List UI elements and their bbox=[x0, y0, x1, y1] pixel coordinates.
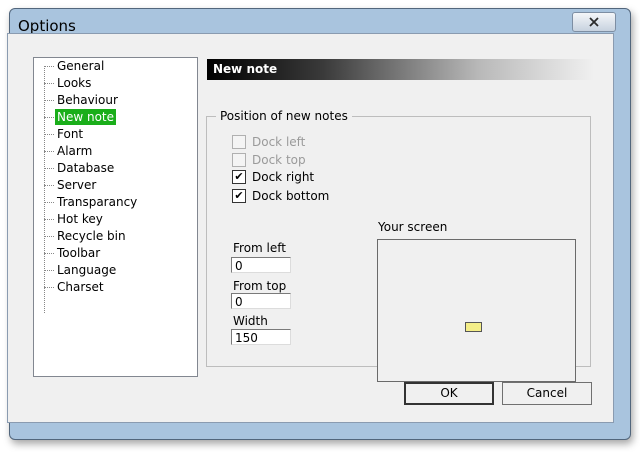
tree-item-label: Server bbox=[57, 178, 97, 192]
width-input[interactable]: 150 bbox=[231, 329, 291, 345]
dock-left-checkbox[interactable]: Dock left bbox=[232, 134, 305, 150]
tree-item-label: New note bbox=[55, 109, 117, 125]
close-icon bbox=[589, 17, 599, 27]
tree-item-label: Alarm bbox=[57, 144, 93, 158]
tree-item-label: Hot key bbox=[57, 212, 103, 226]
tree-item-label: General bbox=[57, 59, 105, 73]
options-tree[interactable]: General Looks Behaviour New note Font Al… bbox=[33, 57, 198, 377]
section-header-title: New note bbox=[213, 62, 278, 76]
tree-item-label: Font bbox=[57, 127, 84, 141]
screen-preview[interactable] bbox=[377, 239, 576, 382]
check-icon: ✔ bbox=[232, 170, 246, 184]
from-left-input[interactable]: 0 bbox=[231, 257, 291, 273]
checkbox-label: Dock left bbox=[252, 135, 306, 149]
checkbox-label: Dock right bbox=[252, 170, 315, 184]
from-left-label: From left bbox=[233, 241, 286, 255]
width-label: Width bbox=[233, 314, 268, 328]
dock-bottom-checkbox[interactable]: ✔ Dock bottom bbox=[232, 188, 329, 204]
checkbox-box bbox=[232, 153, 246, 167]
group-title: Position of new notes bbox=[216, 109, 352, 123]
tree-item-label: Transparancy bbox=[57, 195, 138, 209]
cancel-button[interactable]: Cancel bbox=[502, 382, 592, 405]
section-header: New note bbox=[207, 59, 594, 80]
dock-right-checkbox[interactable]: ✔ Dock right bbox=[232, 169, 314, 185]
tree-item-label: Language bbox=[57, 263, 117, 277]
ok-button[interactable]: OK bbox=[404, 382, 494, 405]
checkbox-box bbox=[232, 135, 246, 149]
screen-label: Your screen bbox=[378, 220, 448, 234]
tree-connector-line bbox=[44, 66, 45, 313]
tree-item-label: Toolbar bbox=[57, 246, 101, 260]
from-top-input[interactable]: 0 bbox=[231, 293, 291, 309]
note-position-marker[interactable] bbox=[465, 322, 482, 332]
tree-item-label: Recycle bin bbox=[57, 229, 126, 243]
checkbox-label: Dock bottom bbox=[252, 189, 330, 203]
tree-item-label: Looks bbox=[57, 76, 92, 90]
tree-item-label: Database bbox=[57, 161, 115, 175]
tree-item-label: Charset bbox=[57, 280, 104, 294]
dialog-client-area: General Looks Behaviour New note Font Al… bbox=[7, 33, 614, 423]
checkbox-label: Dock top bbox=[252, 153, 306, 167]
dock-top-checkbox[interactable]: Dock top bbox=[232, 152, 306, 168]
close-button[interactable] bbox=[572, 12, 616, 32]
from-top-label: From top bbox=[233, 279, 287, 293]
check-icon: ✔ bbox=[232, 189, 246, 203]
tree-item-label: Behaviour bbox=[57, 93, 118, 107]
